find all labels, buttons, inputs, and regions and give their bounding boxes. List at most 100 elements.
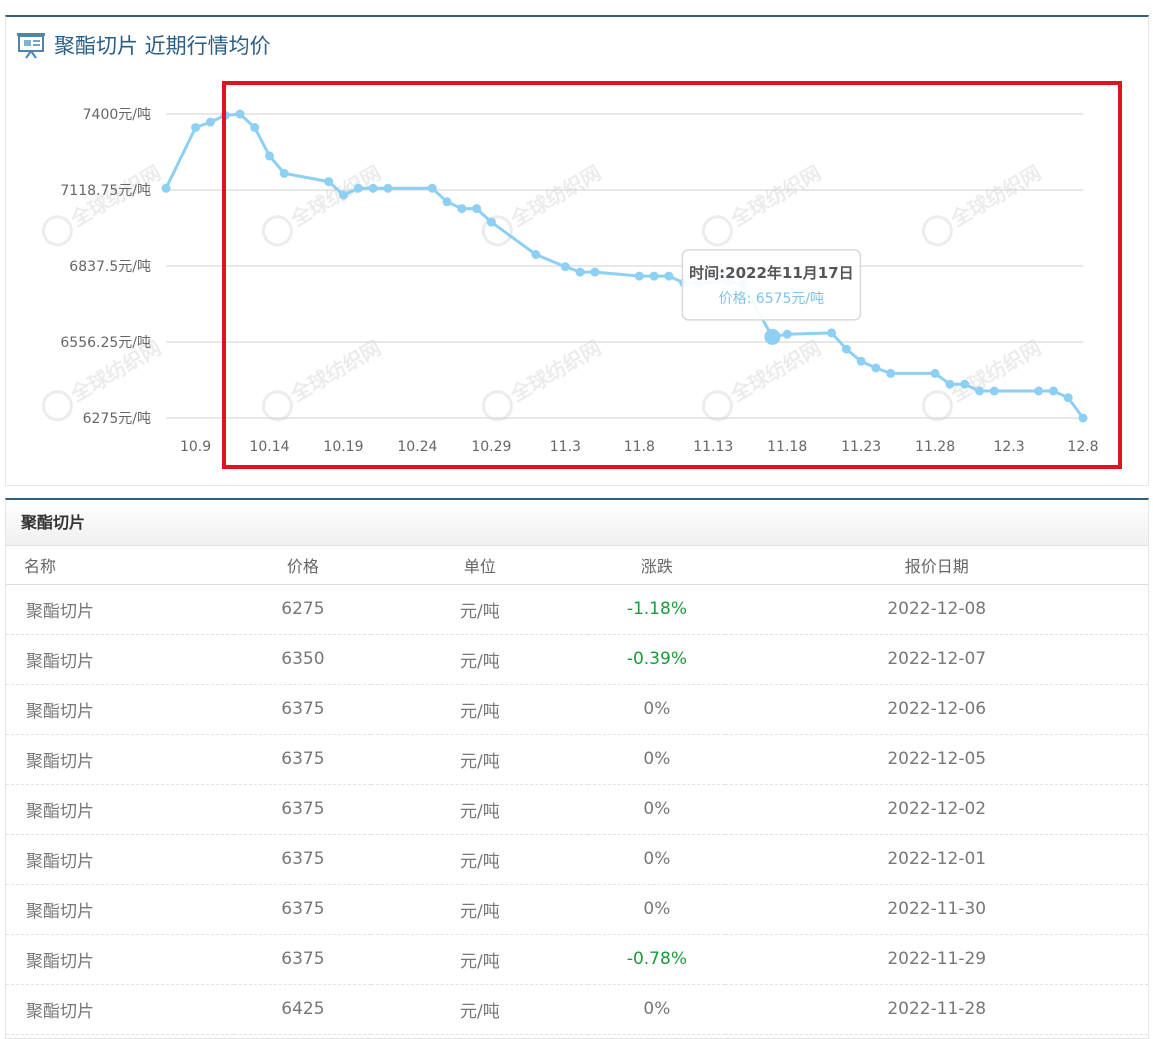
x-tick-label: 10.29 [471, 439, 511, 455]
data-point[interactable] [841, 344, 851, 354]
price-line-chart[interactable]: 全球纺织网 全球纺织网 全球纺织网 全球纺织网 全球纺织网全球纺织网 全球纺织网 全球纺织网… [6, 17, 1148, 486]
table-row[interactable]: 聚酯切片 6275 元/吨 -1.18% 2022-12-08 [6, 584, 1148, 635]
table-row[interactable]: 聚酯切片 6375 元/吨 0% 2022-11-30 [6, 884, 1148, 935]
column-header-change: 涨跌 [588, 546, 726, 585]
cell-unit: 元/吨 [371, 834, 589, 885]
y-tick-label: 6837.5元/吨 [69, 259, 151, 275]
cell-date: 2022-11-28 [725, 984, 1148, 1035]
data-point[interactable] [250, 123, 260, 132]
data-point[interactable] [886, 368, 896, 378]
y-tick-label: 6556.25元/吨 [60, 335, 151, 351]
data-point[interactable] [279, 168, 289, 178]
data-point[interactable] [1078, 413, 1088, 423]
x-tick-label: 10.14 [249, 439, 289, 455]
data-point[interactable] [457, 204, 467, 214]
watermark: 全球纺织网 [261, 336, 385, 422]
y-tick-label: 7400元/吨 [83, 107, 151, 123]
data-point[interactable] [764, 328, 781, 345]
cell-change: 0% [588, 834, 726, 885]
tooltip-price: 价格: 6575元/吨 [719, 291, 825, 307]
x-tick-label: 10.19 [323, 439, 363, 455]
table-row[interactable]: 聚酯切片 6375 元/吨 -0.78% 2022-11-29 [6, 934, 1148, 985]
data-point[interactable] [235, 109, 245, 119]
data-point[interactable] [1034, 386, 1044, 396]
cell-change: 0% [588, 684, 726, 735]
cell-change: -1.18% [588, 584, 726, 635]
cell-unit: 元/吨 [371, 984, 589, 1035]
cell-price: 6375 [234, 934, 372, 985]
table-row[interactable]: 聚酯切片 6375 元/吨 0% 2022-12-02 [6, 784, 1148, 835]
watermark: 全球纺织网 [481, 336, 605, 422]
data-point[interactable] [265, 151, 274, 161]
x-tick-label: 10.24 [397, 439, 437, 455]
cell-price: 6375 [234, 684, 372, 735]
y-tick-label: 7118.75元/吨 [60, 183, 151, 199]
data-point[interactable] [161, 183, 171, 193]
watermark-text: 全球纺织网 [946, 336, 1045, 407]
cell-date: 2022-12-01 [725, 834, 1148, 885]
watermark-text: 全球纺织网 [506, 161, 605, 232]
watermark: 全球纺织网 [921, 336, 1045, 422]
data-point[interactable] [590, 267, 600, 277]
data-point[interactable] [634, 271, 644, 281]
cell-change: 0% [588, 884, 726, 935]
data-point[interactable] [427, 183, 437, 193]
data-point[interactable] [945, 379, 955, 389]
cell-price: 6375 [234, 784, 372, 835]
table-title: 聚酯切片 [6, 500, 1148, 546]
cell-unit: 元/吨 [371, 934, 589, 985]
data-point[interactable] [486, 217, 496, 227]
data-point[interactable] [960, 379, 970, 389]
cell-name: 聚酯切片 [6, 634, 235, 685]
cell-change: 0% [588, 984, 726, 1035]
cell-name: 聚酯切片 [6, 784, 235, 835]
data-point[interactable] [368, 183, 378, 193]
data-point[interactable] [353, 183, 363, 193]
data-point[interactable] [989, 386, 999, 396]
watermark-text: 全球纺织网 [726, 161, 825, 232]
table-row[interactable]: 聚酯切片 6375 元/吨 0% 2022-12-06 [6, 684, 1148, 735]
cell-name: 聚酯切片 [6, 934, 235, 985]
data-point[interactable] [827, 328, 837, 338]
table-row[interactable]: 聚酯切片 6375 元/吨 0% 2022-12-05 [6, 734, 1148, 785]
chart-panel: 全球纺织网 全球纺织网 全球纺织网 全球纺织网 全球纺织网 全球纺织网 全球纺织网 全球纺织网… [5, 15, 1149, 486]
data-point[interactable] [930, 368, 940, 378]
column-header-name: 名称 [6, 546, 235, 585]
data-point[interactable] [649, 271, 659, 281]
data-point[interactable] [472, 204, 482, 214]
column-header-date: 报价日期 [725, 546, 1148, 585]
data-point[interactable] [191, 123, 201, 132]
data-point[interactable] [339, 190, 348, 200]
watermark: 全球纺织网 [261, 161, 385, 247]
data-point[interactable] [782, 329, 792, 339]
cell-date: 2022-12-02 [725, 784, 1148, 835]
table-row[interactable]: 聚酯切片 6375 元/吨 0% 2022-12-01 [6, 834, 1148, 885]
table-row[interactable]: 聚酯切片 6350 元/吨 -0.39% 2022-12-07 [6, 634, 1148, 685]
data-point[interactable] [575, 267, 585, 277]
data-point[interactable] [383, 183, 393, 193]
data-point[interactable] [856, 356, 866, 366]
data-point[interactable] [871, 363, 881, 373]
watermark: 全球纺织网 [481, 161, 605, 247]
data-point[interactable] [442, 197, 452, 207]
data-point[interactable] [560, 262, 570, 272]
chart-title: 聚酯切片 近期行情均价 [16, 29, 271, 61]
table-row[interactable]: 聚酯切片 6425 元/吨 0% 2022-11-28 [6, 984, 1148, 1035]
data-point[interactable] [531, 250, 541, 259]
x-tick-label: 11.28 [915, 439, 955, 455]
cell-unit: 元/吨 [371, 634, 589, 685]
x-tick-label: 11.8 [624, 439, 655, 455]
tooltip: 时间:2022年11月17日价格: 6575元/吨 [681, 249, 862, 321]
data-point[interactable] [324, 177, 334, 187]
data-point[interactable] [1063, 393, 1073, 403]
table-body: 聚酯切片 6275 元/吨 -1.18% 2022-12-08 聚酯切片 6350 元/吨 -0… [6, 584, 1148, 1035]
cell-unit: 元/吨 [371, 734, 589, 785]
data-point[interactable] [1048, 386, 1058, 396]
cell-price: 6375 [234, 884, 372, 935]
data-point[interactable] [975, 386, 984, 396]
y-tick-label: 6275元/吨 [83, 411, 151, 427]
data-point[interactable] [664, 271, 674, 281]
data-point[interactable] [205, 117, 215, 127]
cell-price: 6425 [234, 984, 372, 1035]
watermark-text: 全球纺织网 [946, 161, 1045, 232]
